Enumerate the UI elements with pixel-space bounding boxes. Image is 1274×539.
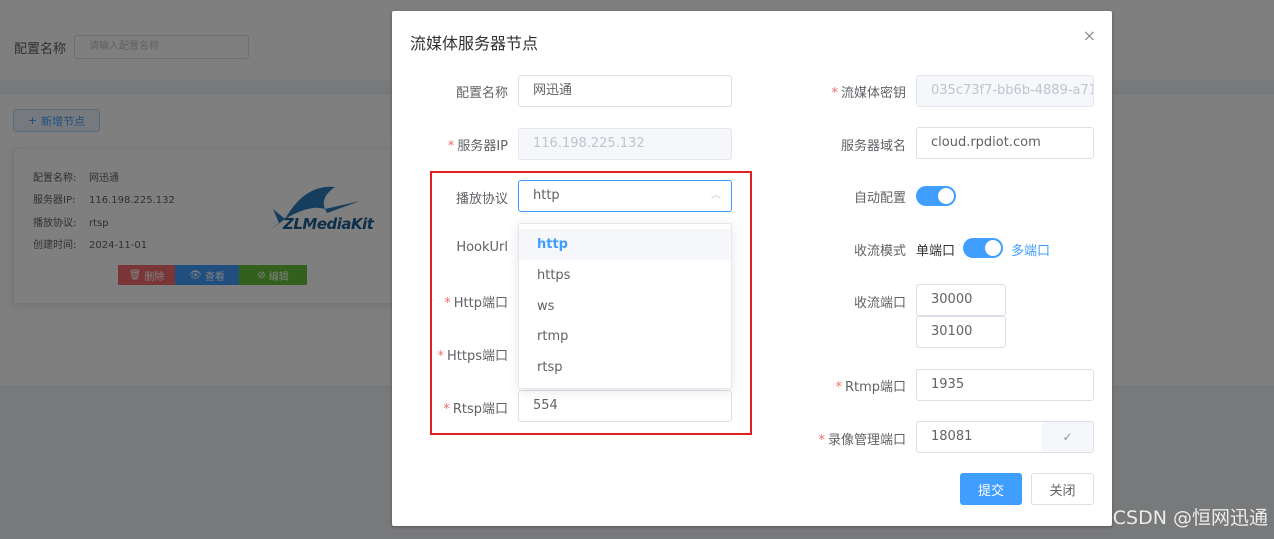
- recv-mode-label: 收流模式: [853, 244, 906, 259]
- record-port-input[interactable]: 18081: [916, 421, 1043, 453]
- highlight-annotation: [430, 171, 752, 435]
- recv-port-end-input[interactable]: 30100: [916, 316, 1006, 348]
- recv-port-start-input[interactable]: 30000: [916, 284, 1006, 316]
- recv-port-label: 收流端口: [853, 296, 906, 311]
- close-icon[interactable]: ×: [1083, 26, 1096, 45]
- recv-mode-multi[interactable]: 多端口: [1011, 240, 1050, 259]
- auto-config-label: 自动配置: [853, 191, 906, 206]
- config-name-input[interactable]: 网迅通: [518, 75, 732, 107]
- rtmp-port-label: Rtmp端口: [790, 376, 906, 395]
- cancel-button[interactable]: 关闭: [1031, 473, 1094, 505]
- config-name-label: 配置名称: [455, 86, 508, 101]
- secret-label: 流媒体密钥: [790, 82, 906, 101]
- watermark: CSDN @恒网迅通: [1112, 507, 1268, 529]
- submit-button[interactable]: 提交: [960, 473, 1022, 505]
- auto-config-switch[interactable]: [916, 186, 956, 206]
- rtmp-port-input[interactable]: 1935: [916, 369, 1094, 401]
- domain-label: 服务器域名: [840, 139, 906, 154]
- dialog-title: 流媒体服务器节点: [410, 34, 539, 53]
- check-icon[interactable]: ✓: [1042, 421, 1094, 453]
- record-port-label: 录像管理端口: [790, 429, 906, 448]
- secret-input: 035c73f7-bb6b-4889-a715: [916, 75, 1094, 107]
- recv-mode-single[interactable]: 单端口: [916, 240, 955, 259]
- domain-input[interactable]: cloud.rpdiot.com: [916, 127, 1094, 159]
- server-ip-label: 服务器IP: [420, 135, 508, 154]
- recv-mode-switch[interactable]: [963, 238, 1003, 258]
- server-ip-input: 116.198.225.132: [518, 128, 732, 160]
